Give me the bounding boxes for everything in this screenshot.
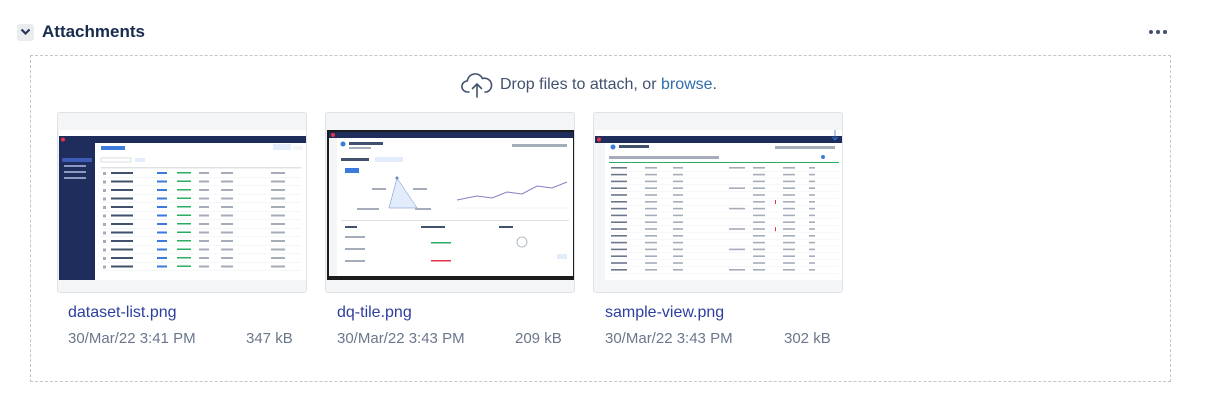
attachment-filename[interactable]: sample-view.png xyxy=(605,304,724,322)
thumbnail-image xyxy=(327,130,574,280)
cloud-upload-icon xyxy=(461,73,493,98)
attachment-size: 347 kB xyxy=(246,330,293,347)
thumbnail-image xyxy=(595,130,842,280)
attachment-filename[interactable]: dataset-list.png xyxy=(68,304,177,322)
more-options-button[interactable] xyxy=(1147,26,1169,38)
attachment-date: 30/Mar/22 3:41 PM xyxy=(68,330,196,347)
attachment-size: 209 kB xyxy=(515,330,562,347)
section-title: Attachments xyxy=(42,22,145,41)
chevron-down-icon xyxy=(20,28,31,36)
attachments-header: Attachments xyxy=(17,20,145,44)
more-horizontal-icon xyxy=(1149,30,1153,34)
dropzone-text: Drop files to attach, or xyxy=(500,76,661,93)
dropzone-message: Drop files to attach, or browse. xyxy=(460,72,717,98)
attachment-card-dataset-list[interactable] xyxy=(57,112,307,293)
attachment-date: 30/Mar/22 3:43 PM xyxy=(605,330,733,347)
browse-link[interactable]: browse xyxy=(661,76,713,94)
attachment-card-sample-view[interactable] xyxy=(593,112,843,293)
dropzone-suffix: . xyxy=(712,76,717,93)
collapse-toggle-button[interactable] xyxy=(17,23,34,41)
attachment-size: 302 kB xyxy=(784,330,831,347)
thumbnail-image xyxy=(59,130,306,280)
attachment-filename[interactable]: dq-tile.png xyxy=(337,304,412,322)
attachment-date: 30/Mar/22 3:43 PM xyxy=(337,330,465,347)
attachment-card-dq-tile[interactable] xyxy=(325,112,575,293)
